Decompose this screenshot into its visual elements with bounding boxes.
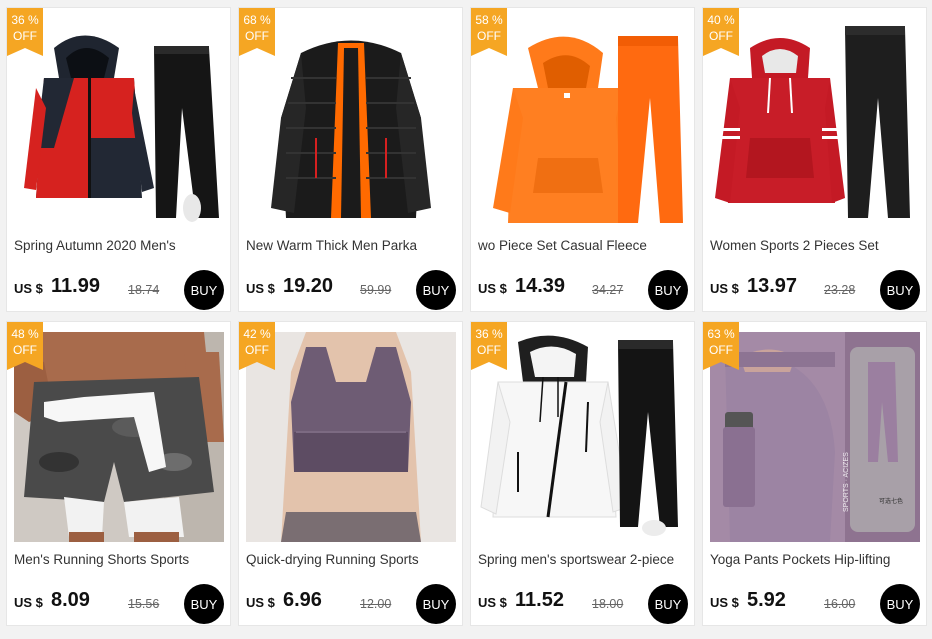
currency-label: US $ [14, 281, 43, 296]
discount-badge: 42 % OFF [239, 322, 275, 370]
discount-off: OFF [709, 29, 733, 43]
product-image[interactable] [478, 18, 688, 228]
discount-off: OFF [477, 29, 501, 43]
currency-label: US $ [710, 595, 739, 610]
discount-off: OFF [709, 343, 733, 357]
discount-percent: 42 % [243, 327, 271, 341]
image-caption-small: 可选七色 [879, 499, 904, 505]
product-image[interactable] [710, 18, 920, 228]
original-price: 18.00 [592, 597, 624, 611]
product-title[interactable]: Spring Autumn 2020 Men's [14, 238, 226, 253]
discount-percent: 36 % [11, 13, 39, 27]
discount-off: OFF [13, 343, 37, 357]
buy-button[interactable]: BUY [416, 270, 456, 310]
price-row: US $ 8.09 15.56 BUY [14, 584, 226, 624]
original-price: 16.00 [824, 597, 856, 611]
product-image[interactable] [14, 332, 224, 542]
discount-badge: 68 % OFF [239, 8, 275, 56]
buy-button[interactable]: BUY [416, 584, 456, 624]
discount-percent: 58 % [475, 13, 503, 27]
discount-badge: 58 % OFF [471, 8, 507, 56]
product-title[interactable]: wo Piece Set Casual Fleece [478, 238, 690, 253]
price-row: US $ 19.20 59.99 BUY [246, 270, 458, 310]
discount-percent: 40 % [707, 13, 735, 27]
currency-label: US $ [710, 281, 739, 296]
sale-price: 8.09 [51, 589, 90, 611]
product-title[interactable]: Men's Running Shorts Sports [14, 552, 226, 567]
price-row: US $ 5.92 16.00 BUY [710, 584, 922, 624]
discount-percent: 48 % [11, 327, 39, 341]
discount-badge: 40 % OFF [703, 8, 739, 56]
image-caption-vertical: SPORTS · ACIZES [843, 452, 850, 512]
currency-label: US $ [478, 595, 507, 610]
product-card[interactable]: SPORTS · ACIZES 可选七色 63 % OFF Yoga Pants… [702, 321, 927, 626]
product-title[interactable]: Spring men's sportswear 2-piece [478, 552, 690, 567]
product-card[interactable]: 42 % OFF Quick-drying Running Sports US … [238, 321, 463, 626]
product-image[interactable] [246, 332, 456, 542]
original-price: 59.99 [360, 283, 392, 297]
product-title[interactable]: New Warm Thick Men Parka [246, 238, 458, 253]
product-title[interactable]: Yoga Pants Pockets Hip-lifting [710, 552, 922, 567]
product-image[interactable] [14, 18, 224, 228]
sale-price: 6.96 [283, 589, 322, 611]
price-row: US $ 6.96 12.00 BUY [246, 584, 458, 624]
currency-label: US $ [246, 595, 275, 610]
product-card[interactable]: 58 % OFF wo Piece Set Casual Fleece US $… [470, 7, 695, 312]
product-card[interactable]: 40 % OFF Women Sports 2 Pieces Set US $ … [702, 7, 927, 312]
discount-percent: 68 % [243, 13, 271, 27]
product-image[interactable] [710, 332, 920, 542]
discount-badge: 63 % OFF [703, 322, 739, 370]
buy-button[interactable]: BUY [880, 584, 920, 624]
original-price: 34.27 [592, 283, 624, 297]
currency-label: US $ [246, 281, 275, 296]
product-card[interactable]: 68 % OFF New Warm Thick Men Parka US $ 1… [238, 7, 463, 312]
product-title[interactable]: Women Sports 2 Pieces Set [710, 238, 922, 253]
sale-price: 14.39 [515, 275, 566, 297]
discount-badge: 48 % OFF [7, 322, 43, 370]
original-price: 23.28 [824, 283, 856, 297]
original-price: 12.00 [360, 597, 392, 611]
product-title[interactable]: Quick-drying Running Sports [246, 552, 458, 567]
buy-button[interactable]: BUY [184, 270, 224, 310]
product-grid: 36 % OFF Spring Autumn 2020 Men's US $ 1… [6, 7, 927, 626]
original-price: 15.56 [128, 597, 160, 611]
buy-button[interactable]: BUY [648, 584, 688, 624]
product-card[interactable]: 36 % OFF Spring men's sportswear 2-piece… [470, 321, 695, 626]
sale-price: 11.99 [51, 275, 100, 297]
discount-percent: 36 % [475, 327, 503, 341]
price-row: US $ 11.99 18.74 BUY [14, 270, 226, 310]
product-card[interactable]: 36 % OFF Spring Autumn 2020 Men's US $ 1… [6, 7, 231, 312]
buy-button[interactable]: BUY [184, 584, 224, 624]
discount-off: OFF [13, 29, 37, 43]
discount-off: OFF [477, 343, 501, 357]
discount-badge: 36 % OFF [471, 322, 507, 370]
original-price: 18.74 [128, 283, 160, 297]
currency-label: US $ [14, 595, 43, 610]
sale-price: 11.52 [515, 589, 564, 611]
sale-price: 13.97 [747, 275, 798, 297]
price-row: US $ 13.97 23.28 BUY [710, 270, 922, 310]
product-image[interactable] [246, 18, 456, 228]
sale-price: 5.92 [747, 589, 786, 611]
buy-button[interactable]: BUY [880, 270, 920, 310]
price-row: US $ 11.52 18.00 BUY [478, 584, 690, 624]
sale-price: 19.20 [283, 275, 334, 297]
product-image[interactable] [478, 332, 688, 542]
price-row: US $ 14.39 34.27 BUY [478, 270, 690, 310]
currency-label: US $ [478, 281, 507, 296]
discount-off: OFF [245, 29, 269, 43]
product-card[interactable]: 48 % OFF Men's Running Shorts Sports US … [6, 321, 231, 626]
discount-off: OFF [245, 343, 269, 357]
buy-button[interactable]: BUY [648, 270, 688, 310]
discount-percent: 63 % [707, 327, 735, 341]
discount-badge: 36 % OFF [7, 8, 43, 56]
